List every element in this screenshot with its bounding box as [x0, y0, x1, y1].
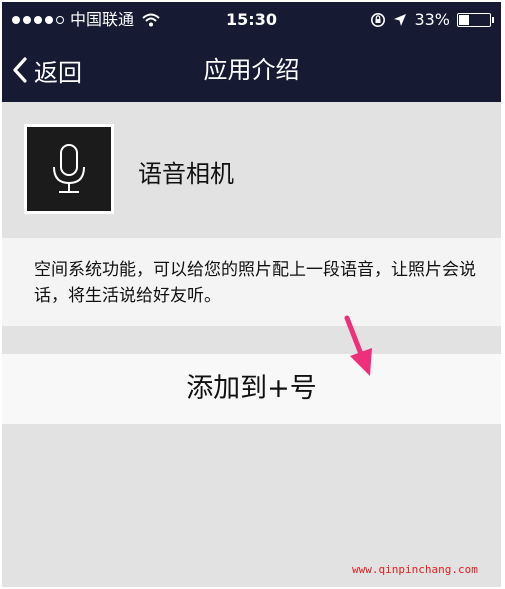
- navigation-bar: 返回 应用介绍: [2, 38, 501, 102]
- battery-icon: [457, 13, 494, 27]
- add-to-plus-label: 添加到+号: [186, 373, 317, 404]
- status-right: 33%: [370, 2, 494, 38]
- app-description: 空间系统功能，可以给您的照片配上一段语音，让照片会说话，将生活说给好友听。: [34, 260, 476, 306]
- app-description-section: 空间系统功能，可以给您的照片配上一段语音，让照片会说话，将生活说给好友听。: [2, 238, 501, 326]
- microphone-icon: [53, 144, 85, 193]
- phone-screen: 中国联通 15:30 33% 返回 应用介绍 语音相机 空间系统功能，可以给您的…: [2, 2, 501, 587]
- watermark: www.qinpinchang.com: [352, 563, 478, 576]
- app-header: 语音相机: [2, 102, 501, 238]
- app-name: 语音相机: [138, 160, 234, 188]
- battery-percent: 33%: [414, 10, 450, 29]
- pointer-arrow-annotation: [344, 315, 372, 376]
- add-to-plus-button[interactable]: 添加到+号: [2, 354, 501, 424]
- location-arrow-icon: [394, 14, 407, 26]
- battery-level-fill: [459, 15, 469, 25]
- page-title: 应用介绍: [203, 56, 300, 84]
- status-bar: 中国联通 15:30 33%: [2, 2, 501, 38]
- app-icon: [24, 124, 114, 214]
- rotation-lock-icon: [371, 13, 386, 27]
